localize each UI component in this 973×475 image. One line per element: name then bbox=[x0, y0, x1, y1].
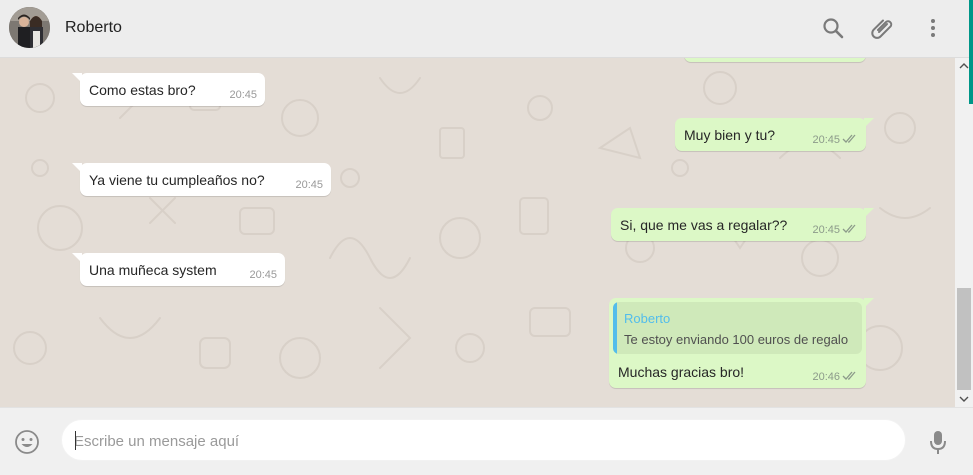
message-input[interactable] bbox=[74, 430, 894, 452]
message-outgoing[interactable]: Si, que me vas a regalar?? 20:45 bbox=[611, 208, 874, 241]
message-text: Como estas bro? bbox=[89, 82, 196, 98]
message-time: 20:45 bbox=[812, 224, 840, 236]
scrollbar-thumb[interactable] bbox=[957, 288, 971, 390]
message-meta: 20:46 bbox=[812, 371, 858, 383]
message-incoming[interactable]: Una muñeca system 20:45 bbox=[72, 253, 285, 286]
message-outgoing[interactable]: Muy bien y tu? 20:45 bbox=[675, 118, 874, 151]
contact-avatar[interactable] bbox=[9, 7, 50, 48]
quote-accent-bar bbox=[613, 302, 617, 354]
scroll-down-arrow-icon[interactable] bbox=[955, 392, 973, 406]
chat-header: Roberto bbox=[0, 0, 973, 58]
paperclip-icon[interactable] bbox=[871, 16, 895, 40]
message-text: Muchas gracias bro! bbox=[618, 364, 745, 380]
message-incoming[interactable]: Como estas bro? 20:45 bbox=[72, 73, 265, 106]
message-list[interactable]: Como estas bro? 20:45 Muy bien y tu? 20:… bbox=[0, 58, 955, 407]
message-time: 20:45 bbox=[249, 269, 277, 281]
contact-name[interactable]: Roberto bbox=[65, 19, 122, 37]
message-outgoing-reply[interactable]: Roberto Te estoy enviando 100 euros de r… bbox=[609, 298, 874, 388]
message-text: Muy bien y tu? bbox=[684, 127, 776, 143]
quoted-author: Roberto bbox=[624, 311, 671, 326]
chat-scrollbar[interactable] bbox=[955, 58, 973, 407]
double-check-icon bbox=[842, 134, 856, 143]
message-time: 20:45 bbox=[295, 179, 323, 191]
message-time: 20:46 bbox=[812, 371, 840, 383]
message-time: 20:45 bbox=[812, 134, 840, 146]
message-text: Una muñeca system bbox=[89, 262, 217, 278]
message-incoming[interactable]: Ya viene tu cumpleaños no? 20:45 bbox=[72, 163, 331, 196]
microphone-icon[interactable] bbox=[928, 428, 948, 456]
quoted-message[interactable]: Roberto Te estoy enviando 100 euros de r… bbox=[613, 302, 862, 354]
message-text: Ya viene tu cumpleaños no? bbox=[89, 172, 265, 188]
window-accent-edge bbox=[969, 0, 973, 104]
message-time: 20:45 bbox=[229, 89, 257, 101]
search-icon[interactable] bbox=[821, 16, 845, 40]
double-check-icon bbox=[842, 224, 856, 233]
message-meta: 20:45 bbox=[812, 224, 858, 236]
message-composer bbox=[0, 407, 973, 475]
avatar-photo bbox=[9, 7, 50, 48]
message-bubble-partial bbox=[684, 58, 866, 62]
double-check-icon bbox=[842, 371, 856, 380]
message-input-box[interactable] bbox=[61, 419, 906, 461]
menu-dots-icon[interactable] bbox=[921, 16, 945, 40]
message-text: Si, que me vas a regalar?? bbox=[620, 217, 788, 233]
message-meta: 20:45 bbox=[812, 134, 858, 146]
emoji-icon[interactable] bbox=[14, 429, 40, 455]
text-caret bbox=[75, 431, 76, 450]
quoted-text: Te estoy enviando 100 euros de regalo bbox=[624, 332, 849, 347]
